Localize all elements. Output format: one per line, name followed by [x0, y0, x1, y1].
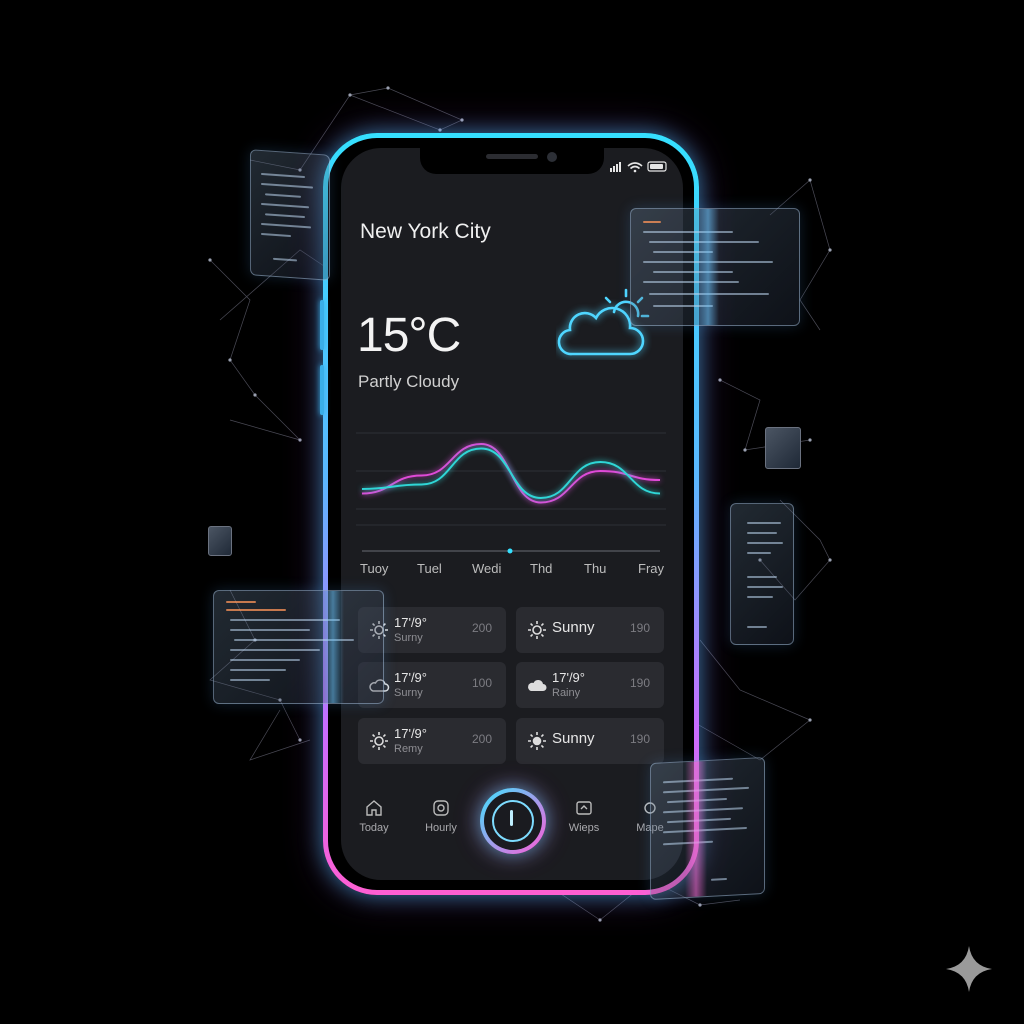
forecast-condition: Rainy — [552, 687, 581, 699]
chart-x-label: Tuel — [417, 561, 442, 576]
forecast-value: 200 — [471, 621, 492, 635]
chart-x-label: Fray — [638, 561, 664, 576]
sun-icon — [528, 732, 546, 750]
tab-hourly[interactable]: Hourly — [411, 798, 471, 834]
floating-code-panel — [650, 756, 765, 901]
chart-x-label: Thd — [530, 561, 553, 576]
city-name: New York City — [360, 220, 491, 243]
power-icon — [492, 800, 534, 842]
timeline-marker — [507, 548, 513, 554]
volume-button — [320, 365, 324, 415]
forecast-card[interactable]: Sunny 190 — [516, 607, 664, 653]
forecast-value: 200 — [471, 732, 492, 746]
temperature-chart — [356, 432, 666, 554]
camera — [547, 152, 557, 162]
tab-label: Today — [359, 822, 389, 834]
cloud-icon — [528, 679, 547, 691]
forecast-card[interactable]: Sunny 190 — [516, 718, 664, 764]
forecast-temp: Sunny — [552, 730, 595, 747]
volume-button — [320, 300, 324, 350]
forecast-condition: Surny — [394, 632, 423, 644]
sun-icon — [370, 732, 388, 750]
sun-icon — [528, 621, 546, 639]
tab-wieps[interactable]: Wieps — [554, 798, 614, 834]
tab-label: Wieps — [568, 822, 600, 834]
series-line-1 — [361, 447, 661, 500]
floating-code-panel — [730, 503, 794, 645]
forecast-temp: 17'/9° — [552, 670, 585, 685]
speaker — [486, 154, 538, 159]
forecast-temp: Sunny — [552, 619, 595, 636]
clock-icon — [433, 800, 449, 816]
forecast-condition: Surny — [394, 687, 423, 699]
forecast-temp: 17'/9° — [394, 726, 427, 741]
map-icon — [576, 801, 592, 815]
power-icon-bar — [510, 810, 513, 826]
forecast-value: 190 — [629, 676, 650, 690]
floating-cube — [208, 526, 232, 556]
chart-x-label: Tuoy — [360, 561, 389, 576]
chart-x-label: Wedi — [472, 561, 502, 576]
sparkle-icon — [946, 946, 992, 992]
tab-today[interactable]: Today — [344, 798, 404, 834]
status-bar-icons — [610, 161, 667, 173]
forecast-temp: 17'/9° — [394, 615, 427, 630]
forecast-value: 190 — [629, 621, 650, 635]
floating-code-panel — [630, 208, 800, 326]
forecast-card[interactable]: 17'/9° Rainy 190 — [516, 662, 664, 708]
forecast-temp: 17'/9° — [394, 670, 427, 685]
floating-code-panel — [213, 590, 384, 704]
notch — [420, 148, 604, 174]
tab-label: Hourly — [425, 822, 457, 834]
home-icon — [366, 800, 382, 816]
forecast-condition: Remy — [394, 743, 423, 755]
chart-x-label: Thu — [584, 561, 607, 576]
current-condition: Partly Cloudy — [358, 372, 460, 391]
forecast-card[interactable]: 17'/9° Remy 200 — [358, 718, 506, 764]
floating-code-panel — [250, 149, 330, 281]
forecast-value: 190 — [629, 732, 650, 746]
power-button[interactable] — [480, 788, 546, 854]
forecast-value: 100 — [471, 676, 492, 690]
current-temperature: 15°C — [357, 309, 461, 362]
floating-cube — [765, 427, 801, 469]
